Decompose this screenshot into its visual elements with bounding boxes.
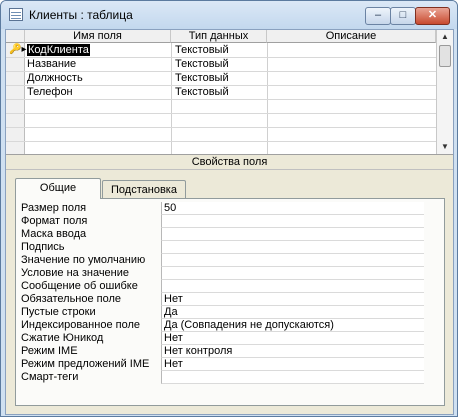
table-icon xyxy=(9,8,23,21)
maximize-button[interactable]: □ xyxy=(390,7,416,25)
field-name-cell[interactable]: КодКлиента xyxy=(27,44,90,56)
field-name-cell[interactable]: Название xyxy=(27,57,76,71)
property-value[interactable] xyxy=(161,241,424,254)
field-grid: Имя поля Тип данных Описание 🔑▸ КодКлиен… xyxy=(6,30,453,154)
property-row[interactable]: Сообщение об ошибке xyxy=(16,280,424,293)
scroll-down-arrow-icon[interactable]: ▼ xyxy=(437,140,453,154)
property-value[interactable] xyxy=(161,254,424,267)
general-properties-panel: Размер поля 50 Формат поля Маска ввода По… xyxy=(15,198,445,406)
close-button[interactable]: ✕ xyxy=(415,7,450,25)
title-bar[interactable]: Клиенты : таблица – □ ✕ xyxy=(1,1,457,29)
data-type-cell[interactable]: Текстовый xyxy=(175,43,229,57)
property-value[interactable]: 50 xyxy=(161,202,424,215)
property-row[interactable]: Размер поля 50 xyxy=(16,202,424,215)
properties-pane: Общие Подстановка Размер поля 50 Формат п… xyxy=(6,170,453,414)
field-name-cell[interactable]: Должность xyxy=(27,71,83,85)
property-value[interactable]: Нет xyxy=(161,358,424,371)
property-row[interactable]: Индексированное поле Да (Совпадения не до… xyxy=(16,319,424,332)
key-icon: 🔑▸ xyxy=(9,44,27,55)
property-value[interactable]: Да xyxy=(161,306,424,319)
property-row[interactable]: Значение по умолчанию xyxy=(16,254,424,267)
column-header-description[interactable]: Описание xyxy=(267,30,436,43)
property-row[interactable]: Обязательное поле Нет xyxy=(16,293,424,306)
row-selector-header[interactable] xyxy=(6,30,25,43)
property-value[interactable] xyxy=(161,267,424,280)
property-row[interactable]: Формат поля xyxy=(16,215,424,228)
data-type-cell[interactable]: Текстовый xyxy=(175,71,229,85)
field-properties-header: Свойства поля xyxy=(6,154,453,170)
minimize-button[interactable]: – xyxy=(365,7,391,25)
column-header-data-type[interactable]: Тип данных xyxy=(171,30,267,43)
window-title: Клиенты : таблица xyxy=(29,8,133,22)
property-row[interactable]: Маска ввода xyxy=(16,228,424,241)
property-value[interactable]: Нет xyxy=(161,332,424,345)
property-row[interactable]: Режим IME Нет контроля xyxy=(16,345,424,358)
property-row[interactable]: Подпись xyxy=(16,241,424,254)
property-row[interactable]: Условие на значение xyxy=(16,267,424,280)
property-value[interactable] xyxy=(161,371,424,384)
property-value[interactable] xyxy=(161,280,424,293)
data-type-cell[interactable]: Текстовый xyxy=(175,85,229,99)
property-value[interactable]: Нет контроля xyxy=(161,345,424,358)
property-value[interactable]: Нет xyxy=(161,293,424,306)
design-view: Имя поля Тип данных Описание 🔑▸ КодКлиен… xyxy=(5,29,454,415)
property-value[interactable] xyxy=(161,228,424,241)
table-design-window: Клиенты : таблица – □ ✕ Имя поля Тип дан… xyxy=(0,0,458,417)
property-row[interactable]: Пустые строки Да xyxy=(16,306,424,319)
data-type-cell[interactable]: Текстовый xyxy=(175,57,229,71)
tab-general[interactable]: Общие xyxy=(15,178,101,199)
property-value[interactable] xyxy=(161,215,424,228)
field-name-cell[interactable]: Телефон xyxy=(27,85,73,99)
property-value[interactable]: Да (Совпадения не допускаются) xyxy=(161,319,424,332)
tab-lookup[interactable]: Подстановка xyxy=(102,180,186,199)
properties-scroll-area xyxy=(424,199,444,405)
scroll-up-arrow-icon[interactable]: ▲ xyxy=(437,30,453,44)
scroll-thumb[interactable] xyxy=(439,45,451,67)
column-header-field-name[interactable]: Имя поля xyxy=(25,30,171,43)
property-row[interactable]: Сжатие Юникод Нет xyxy=(16,332,424,345)
property-row[interactable]: Смарт-теги xyxy=(16,371,424,384)
grid-vertical-scrollbar[interactable]: ▲ ▼ xyxy=(436,30,453,154)
property-row[interactable]: Режим предложений IME Нет xyxy=(16,358,424,371)
table-row[interactable]: КодКлиента xyxy=(27,43,90,57)
